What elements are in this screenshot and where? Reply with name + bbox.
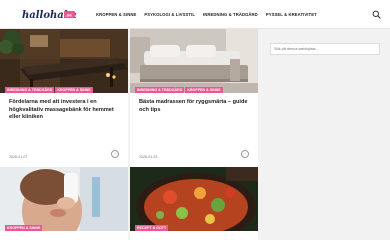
article-title[interactable]: Fördelarna med att investera i en högkva… — [9, 99, 121, 122]
sidebar — [261, 29, 390, 240]
article-image-mattress[interactable] — [130, 29, 258, 93]
article-card[interactable]: INREDNING & TRÄDGÅRD KROPPEN & SINNE Bäs… — [130, 29, 258, 167]
nav-item-kroppen-sinne[interactable]: KROPPEN & SINNE — [96, 12, 136, 17]
search-icon[interactable] — [372, 10, 381, 19]
main-nav: KROPPEN & SINNE PSYKOLOGI & LIVSSTIL INR… — [96, 0, 325, 29]
site-logo[interactable]: hallohalsa .se — [22, 6, 76, 23]
nav-item-psykologi-livsstil[interactable]: PSYKOLOGI & LIVSSTIL — [144, 12, 195, 17]
article-card[interactable]: RECEPT & GOTT — [130, 167, 258, 240]
article-date: 2026-01-07 — [9, 155, 28, 159]
tag-list: KROPPEN & SINNE — [5, 225, 43, 231]
search-input[interactable] — [270, 43, 380, 55]
article-grid: INREDNING & TRÄDGÅRD KROPPEN & SINNE För… — [0, 29, 260, 240]
category-tag[interactable]: KROPPEN & SINNE — [55, 87, 93, 93]
nav-item-pyssel-kreativitet[interactable]: PYSSEL & KREATIVITET — [266, 12, 317, 17]
category-tag[interactable]: INREDNING & TRÄDGÅRD — [5, 87, 55, 93]
category-tag[interactable]: RECEPT & GOTT — [135, 225, 169, 231]
read-more-arrow-icon[interactable]: › — [111, 150, 119, 158]
article-card[interactable]: KROPPEN & SINNE — [0, 167, 128, 240]
svg-text:.se: .se — [66, 13, 73, 18]
tag-list: INREDNING & TRÄDGÅRD KROPPEN & SINNE — [5, 87, 94, 93]
tag-list: RECEPT & GOTT — [135, 225, 169, 231]
article-card[interactable]: INREDNING & TRÄDGÅRD KROPPEN & SINNE För… — [0, 29, 128, 167]
article-image-food[interactable] — [130, 167, 258, 231]
category-tag[interactable]: INREDNING & TRÄDGÅRD — [135, 87, 185, 93]
category-tag[interactable]: KROPPEN & SINNE — [185, 87, 223, 93]
nav-item-inredning-tradgard[interactable]: INREDNING & TRÄDGÅRD — [203, 12, 258, 17]
article-date: 2026-01-03 — [139, 155, 158, 159]
category-tag[interactable]: KROPPEN & SINNE — [5, 225, 43, 231]
article-title[interactable]: Bästa madrassen för ryggsmärta – guide o… — [139, 99, 251, 114]
read-more-arrow-icon[interactable]: › — [241, 150, 249, 158]
article-image-massage[interactable] — [0, 29, 128, 93]
site-header: hallohalsa .se KROPPEN & SINNE PSYKOLOGI… — [0, 0, 390, 29]
article-image-skincare[interactable] — [0, 167, 128, 231]
tag-list: INREDNING & TRÄDGÅRD KROPPEN & SINNE — [135, 87, 224, 93]
